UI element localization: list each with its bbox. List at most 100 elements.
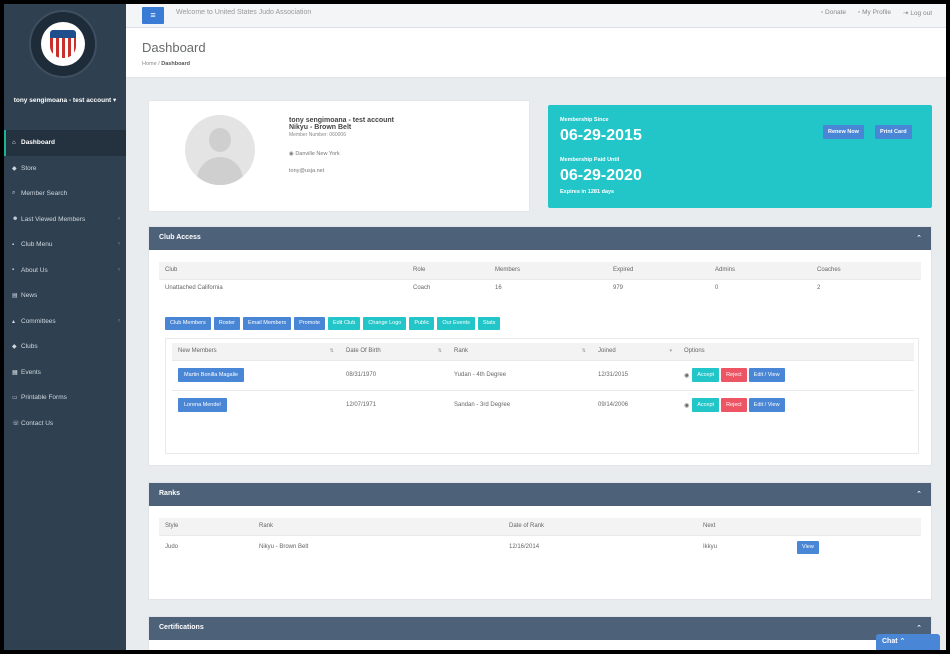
- ranks-panel: Ranks ⌃ Style Rank Date of Rank Next Jud…: [148, 482, 932, 600]
- sidebar-item-events[interactable]: ▦ Events: [4, 360, 126, 386]
- promote-button[interactable]: Promote: [294, 317, 325, 330]
- profile-email[interactable]: tony@usja.net: [289, 168, 394, 174]
- sidebar-item-contact-us[interactable]: ☏ Contact Us: [4, 411, 126, 437]
- chat-widget[interactable]: Chat ⌃: [876, 634, 940, 650]
- stats-button[interactable]: Stats: [477, 317, 501, 330]
- top-navbar: ≡ Welcome to United States Judo Associat…: [126, 4, 946, 28]
- sidebar-item-label: Store: [21, 164, 37, 172]
- club-admins-count: 0: [709, 278, 811, 297]
- column-header[interactable]: New Members ⇅: [172, 343, 340, 360]
- chevron-up-icon: ⌃: [899, 638, 906, 645]
- public-button[interactable]: Public: [409, 317, 435, 330]
- column-header: Rank: [253, 518, 503, 535]
- sidebar-item-store[interactable]: ◆ Store: [4, 156, 126, 182]
- member-name-button[interactable]: Martin Bonilla Magalie: [178, 368, 245, 382]
- sidebar-item-about-us[interactable]: ▪ About Us ‹: [4, 258, 126, 284]
- club-members-button[interactable]: Club Members: [165, 317, 211, 330]
- sidebar-item-committees[interactable]: ▴ Committees ‹: [4, 309, 126, 335]
- club-name: Unattached California: [159, 278, 407, 297]
- club-actions: Club Members Roster Email Members Promot…: [165, 317, 501, 330]
- sidebar-item-news[interactable]: ▤ News: [4, 283, 126, 309]
- column-header[interactable]: Date Of Birth ⇅: [340, 343, 448, 360]
- sidebar-item-clubs[interactable]: ◆ Clubs: [4, 334, 126, 360]
- sidebar-item-club-menu[interactable]: ▪ Club Menu ‹: [4, 232, 126, 258]
- column-header: Admins: [709, 262, 811, 279]
- sidebar-item-label: Committees: [21, 317, 56, 325]
- sidebar-item-printable-forms[interactable]: ▭ Printable Forms: [4, 385, 126, 411]
- collapse-chevron-icon[interactable]: ⌃: [916, 234, 922, 242]
- roster-button[interactable]: Roster: [213, 317, 240, 330]
- membership-card: Membership Since 06-29-2015 Membership P…: [548, 105, 932, 208]
- reject-button[interactable]: Reject: [721, 398, 747, 413]
- edit-view-button[interactable]: Edit / View: [748, 398, 785, 413]
- our-events-button[interactable]: Our Events: [437, 317, 475, 330]
- column-header: Expired: [607, 262, 709, 279]
- usja-logo[interactable]: [29, 10, 97, 78]
- ranks-header: Ranks ⌃: [149, 483, 931, 506]
- column-header: Style: [159, 518, 253, 535]
- sidebar-item-label: Club Menu: [21, 241, 53, 249]
- menu-toggle-button[interactable]: ≡: [142, 7, 164, 24]
- sidebar-item-label: Member Search: [21, 190, 68, 198]
- member-options: ◉ Accept Reject Edit / View: [684, 398, 914, 413]
- logo-shield: [50, 30, 76, 58]
- top-links: ▫ Donate ▫ My Profile ⇥ Log out: [821, 9, 932, 17]
- chat-label: Chat: [882, 638, 898, 645]
- sidebar-user-name[interactable]: tony sengimoana - test account ▾: [10, 96, 120, 105]
- membership-paid-label: Membership Paid Until: [560, 157, 620, 163]
- search-icon: ⌕: [12, 190, 16, 197]
- sidebar-item-last-viewed-members[interactable]: ☻ Last Viewed Members ‹: [4, 207, 126, 233]
- certifications-panel: Certifications ⌃: [148, 616, 932, 650]
- column-header: Coaches: [811, 262, 921, 279]
- member-joined: 12/31/2015: [592, 359, 678, 390]
- donate-link[interactable]: ▫ Donate: [821, 9, 846, 17]
- sidebar-item-member-search[interactable]: ⌕ Member Search: [4, 181, 126, 207]
- member-name-button[interactable]: Lorena Mendel: [178, 398, 227, 413]
- new-members-box: New Members ⇅ Date Of Birth ⇅ Rank ⇅ Joined…: [165, 338, 919, 454]
- collapse-chevron-icon[interactable]: ⌃: [916, 490, 922, 498]
- rank-style: Judo: [159, 534, 253, 559]
- change-logo-button[interactable]: Change Logo: [363, 317, 407, 330]
- my-profile-link[interactable]: ▫ My Profile: [858, 9, 891, 17]
- print-card-button[interactable]: Print Card: [875, 125, 912, 139]
- profile-name: tony sengimoana - test account: [289, 117, 395, 124]
- chevron-left-icon: ‹: [118, 241, 120, 247]
- membership-since-label: Membership Since: [560, 117, 609, 123]
- reject-button[interactable]: Reject: [721, 368, 747, 382]
- profile-card: tony sengimoana - test account Nikyu - B…: [148, 100, 530, 212]
- column-header[interactable]: Rank ⇅: [448, 343, 592, 360]
- member-number: Member Number: 060006: [289, 132, 346, 138]
- tag-icon: ◆: [12, 344, 17, 351]
- accept-button[interactable]: Accept: [692, 398, 720, 413]
- sitemap-icon: ▪: [12, 241, 15, 248]
- edit-view-button[interactable]: Edit / View: [748, 368, 785, 382]
- new-members-table: New Members ⇅ Date Of Birth ⇅ Rank ⇅ Joined…: [172, 343, 914, 420]
- profile-info: tony sengimoana - test account Nikyu - B…: [289, 117, 394, 174]
- collapse-chevron-icon[interactable]: ⌃: [916, 624, 922, 632]
- membership-since-date: 06-29-2015: [560, 127, 642, 144]
- sidebar-item-label: Contact Us: [21, 419, 54, 427]
- club-role: Coach: [407, 278, 489, 297]
- sidebar-item-dashboard[interactable]: ⌂ Dashboard: [4, 130, 126, 156]
- club-members-count: 16: [489, 278, 607, 297]
- edit-club-button[interactable]: Edit Club: [327, 317, 361, 330]
- chevron-left-icon: ‹: [118, 215, 120, 222]
- certifications-title: Certifications: [159, 624, 204, 631]
- options-radio[interactable]: ◉: [684, 402, 689, 409]
- club-expired-count: 979: [607, 278, 709, 297]
- view-rank-button[interactable]: View: [797, 540, 819, 554]
- email-members-button[interactable]: Email Members: [242, 317, 292, 330]
- column-header: Members: [489, 262, 607, 279]
- options-radio[interactable]: ◉: [684, 372, 689, 379]
- log-out-link[interactable]: ⇥ Log out: [903, 9, 932, 17]
- sidebar-item-label: Clubs: [21, 343, 38, 351]
- breadcrumb: Home / Dashboard: [142, 61, 190, 67]
- rank-date: 12/16/2014: [503, 534, 697, 559]
- sidebar-item-label: Printable Forms: [21, 394, 67, 402]
- breadcrumb-home[interactable]: Home: [142, 61, 157, 67]
- rank-name: Nikyu - Brown Belt: [253, 534, 503, 559]
- tag-icon: ◆: [12, 165, 17, 172]
- renew-now-button[interactable]: Renew Now: [823, 125, 864, 139]
- column-header[interactable]: Joined ▾: [592, 343, 678, 360]
- accept-button[interactable]: Accept: [692, 368, 720, 382]
